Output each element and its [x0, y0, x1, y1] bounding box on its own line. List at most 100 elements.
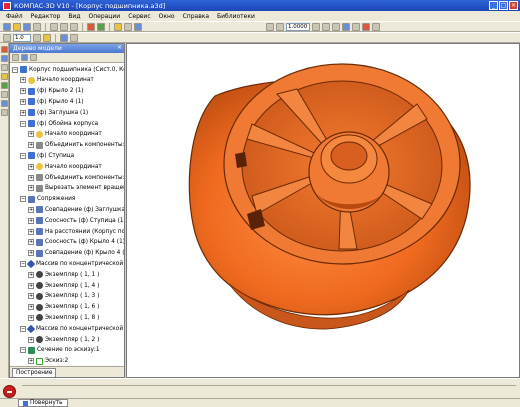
tree-node[interactable]: + Начало координат: [28, 162, 102, 171]
collapse-icon[interactable]: −: [20, 196, 26, 203]
expand-icon[interactable]: +: [20, 98, 26, 105]
print-icon[interactable]: [33, 22, 41, 31]
minimize-button[interactable]: _: [489, 1, 498, 10]
panel-close-icon[interactable]: ×: [117, 44, 122, 51]
close-button[interactable]: ×: [509, 1, 518, 10]
tree-node[interactable]: + Начало координат: [28, 130, 102, 139]
tree-structure-icon[interactable]: [21, 54, 28, 61]
expand-icon[interactable]: +: [28, 206, 34, 213]
zoom-fit-icon[interactable]: [312, 22, 320, 31]
open-file-icon[interactable]: [13, 22, 21, 31]
tree-node[interactable]: − Массив по концентрической сетке:2: [20, 324, 124, 333]
editing-tools-icon[interactable]: [0, 46, 8, 53]
menu-item[interactable]: Файл: [6, 13, 23, 20]
expand-icon[interactable]: +: [28, 174, 34, 181]
view-orientation-icon[interactable]: [342, 22, 350, 31]
tree-node[interactable]: + (ф) Заглушка (1): [20, 108, 88, 117]
tree-node[interactable]: + Совпадение (ф) Заглушка (1)-Кор: [28, 205, 124, 214]
tab-construction[interactable]: Построение: [12, 368, 57, 377]
expand-icon[interactable]: +: [28, 293, 34, 300]
tree-node[interactable]: − Массив по концентрической сетке:1: [20, 259, 124, 269]
menu-item[interactable]: Сервис: [128, 13, 150, 20]
menu-item[interactable]: Операции: [88, 13, 120, 20]
tree-node[interactable]: + (ф) Крыло 2 (1): [20, 87, 84, 96]
tree-node[interactable]: − (ф) Обойма корпуса: [20, 119, 98, 128]
tree-node[interactable]: − (ф) Ступица: [20, 151, 74, 160]
save-icon[interactable]: [23, 22, 31, 31]
collapse-icon[interactable]: −: [20, 120, 26, 127]
tree-node[interactable]: + Соосность (ф) Ступица (1)-Обойм: [28, 216, 124, 225]
tree-node[interactable]: + Экземпляр ( 1, 4 ): [28, 281, 99, 290]
expand-icon[interactable]: +: [28, 228, 34, 235]
properties-icon[interactable]: [114, 22, 122, 31]
expand-icon[interactable]: +: [28, 358, 34, 365]
tree-node[interactable]: + Эскиз:2: [28, 357, 68, 366]
tree-node[interactable]: + Объединить компоненты:3: [28, 173, 124, 182]
filters-icon[interactable]: [0, 91, 8, 98]
expand-icon[interactable]: +: [20, 88, 26, 95]
tree-filter-icon[interactable]: [30, 54, 37, 61]
menu-item[interactable]: Редактор: [31, 13, 61, 20]
expand-icon[interactable]: +: [28, 239, 34, 246]
expand-icon[interactable]: +: [28, 304, 34, 311]
mates-icon[interactable]: [0, 73, 8, 80]
tree-node[interactable]: + Экземпляр ( 1, 2 ): [28, 335, 99, 344]
copy-icon[interactable]: [60, 22, 68, 31]
collapse-icon[interactable]: −: [20, 260, 26, 267]
3d-viewport[interactable]: [126, 43, 520, 378]
layers-icon[interactable]: [124, 22, 132, 31]
tree-order-icon[interactable]: [12, 54, 19, 61]
measure-icon[interactable]: [60, 33, 68, 42]
zoom-out-icon[interactable]: [276, 22, 284, 31]
cut-icon[interactable]: [50, 22, 58, 31]
tree-node[interactable]: + Начало координат: [20, 76, 94, 85]
expand-icon[interactable]: +: [28, 250, 34, 257]
menu-item[interactable]: Справка: [183, 13, 209, 20]
undo-icon[interactable]: [87, 22, 95, 31]
tree-node[interactable]: + Экземпляр ( 1, 1 ): [28, 270, 99, 279]
expand-icon[interactable]: +: [20, 109, 26, 116]
tree-node[interactable]: − Сечение по эскизу:1: [20, 346, 100, 355]
perspective-icon[interactable]: [372, 22, 380, 31]
scale-input[interactable]: 1.0: [13, 33, 31, 42]
auxiliary-geometry-icon[interactable]: [0, 55, 8, 62]
menu-item[interactable]: Вид: [68, 13, 80, 20]
shaded-icon[interactable]: [362, 22, 370, 31]
maximize-button[interactable]: □: [499, 1, 508, 10]
tree-node[interactable]: − Корпус подшипника (Сист.0, Компонентов:…: [12, 65, 124, 74]
tree-node[interactable]: + (ф) Крыло 4 (1): [20, 97, 84, 106]
taskbar-item[interactable]: Повернуть: [18, 399, 68, 407]
specification-icon[interactable]: [0, 100, 8, 107]
tree-node[interactable]: − Сопряжения: [20, 195, 75, 204]
menu-item[interactable]: Библиотеки: [217, 13, 255, 20]
tree-node[interactable]: + Соосность (ф) Крыло 4 (1)-(ф) Кры: [28, 238, 124, 247]
expand-icon[interactable]: +: [28, 271, 34, 278]
tree-node[interactable]: + Экземпляр ( 1, 6 ): [28, 303, 99, 312]
new-file-icon[interactable]: [3, 22, 11, 31]
snap-icon[interactable]: [33, 33, 41, 42]
measure-tools-icon[interactable]: [0, 82, 8, 89]
tree-node[interactable]: + На расстоянии (Корпус подшипника: [28, 227, 124, 236]
expand-icon[interactable]: +: [28, 185, 34, 192]
expand-icon[interactable]: +: [28, 131, 34, 138]
orient-icon[interactable]: [70, 33, 78, 42]
expand-icon[interactable]: +: [28, 314, 34, 321]
filter-icon[interactable]: [43, 33, 51, 42]
assembly-tools-icon[interactable]: [0, 64, 8, 71]
expand-icon[interactable]: +: [28, 217, 34, 224]
tree-node[interactable]: + Экземпляр ( 1, 8 ): [28, 313, 99, 322]
menu-item[interactable]: Окно: [159, 13, 175, 20]
tree-node[interactable]: + Экземпляр ( 1, 3 ): [28, 292, 99, 301]
expand-icon[interactable]: +: [28, 163, 34, 170]
tree-node[interactable]: + Объединить компоненты:3: [28, 141, 124, 150]
expand-icon[interactable]: +: [28, 336, 34, 343]
collapse-icon[interactable]: −: [20, 325, 26, 332]
redo-icon[interactable]: [97, 22, 105, 31]
help-icon[interactable]: [134, 22, 142, 31]
paste-icon[interactable]: [70, 22, 78, 31]
tree-node[interactable]: + Совпадение (ф) Крыло 4 (1)-Корп: [28, 249, 124, 258]
wireframe-icon[interactable]: [352, 22, 360, 31]
expand-icon[interactable]: +: [20, 77, 26, 84]
reports-icon[interactable]: [0, 109, 8, 116]
expand-icon[interactable]: +: [28, 282, 34, 289]
